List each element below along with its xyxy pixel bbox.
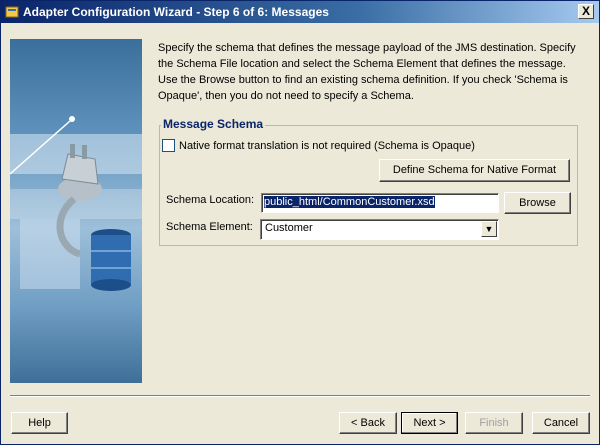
window-title: Adapter Configuration Wizard - Step 6 of… — [23, 5, 329, 19]
define-schema-button[interactable]: Define Schema for Native Format — [379, 159, 570, 182]
schema-location-label: Schema Location: — [166, 194, 255, 206]
back-button[interactable]: < Back — [339, 412, 397, 434]
plug-database-illustration — [10, 116, 142, 291]
wizard-icon — [5, 6, 19, 18]
schema-element-label: Schema Element: — [166, 221, 253, 233]
schema-element-value: Customer — [265, 222, 313, 234]
wizard-window: Adapter Configuration Wizard - Step 6 of… — [0, 0, 600, 445]
footer-separator — [10, 395, 590, 397]
finish-button[interactable]: Finish — [465, 412, 523, 434]
schema-location-value: public_html/CommonCustomer.xsd — [264, 196, 435, 208]
opaque-checkbox[interactable] — [162, 139, 175, 152]
browse-button[interactable]: Browse — [504, 192, 571, 214]
intro-text: Specify the schema that defines the mess… — [158, 42, 576, 102]
title-bar: Adapter Configuration Wizard - Step 6 of… — [1, 1, 599, 23]
close-button[interactable]: X — [578, 4, 594, 19]
wizard-illustration — [10, 39, 142, 383]
opaque-checkbox-label: Native format translation is not require… — [179, 140, 475, 152]
next-button[interactable]: Next > — [401, 412, 458, 434]
schema-element-select[interactable]: Customer ▼ — [260, 219, 499, 240]
cancel-button[interactable]: Cancel — [532, 412, 590, 434]
help-button[interactable]: Help — [11, 412, 68, 434]
message-schema-title: Message Schema — [161, 117, 266, 131]
opaque-checkbox-row[interactable]: Native format translation is not require… — [162, 139, 475, 152]
schema-location-input[interactable]: public_html/CommonCustomer.xsd — [261, 193, 499, 213]
chevron-down-icon[interactable]: ▼ — [481, 221, 497, 237]
